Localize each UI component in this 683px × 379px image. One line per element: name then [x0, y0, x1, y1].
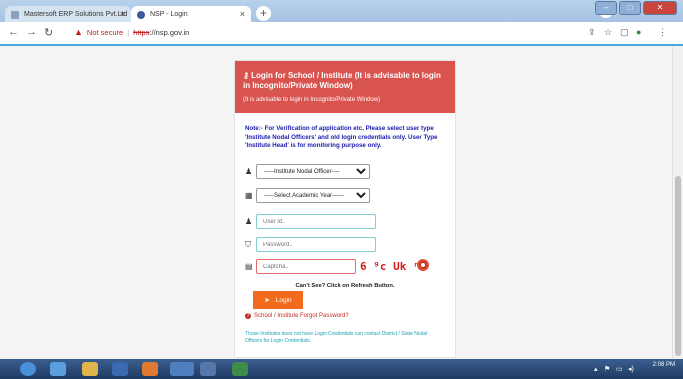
login-card: ⚷ Login for School / Institute (It is ad… [234, 60, 456, 358]
captcha-hint: Can't See? Click on Refresh Button. [295, 283, 395, 289]
windows-taskbar: ▴ ⚑ ▭ ◂) 2:08 PM [0, 359, 683, 379]
share-icon[interactable]: ⇪ [588, 27, 596, 38]
sidepanel-icon[interactable]: ▢ [620, 27, 629, 38]
new-tab-button[interactable]: + [256, 6, 271, 21]
volume-icon[interactable]: ◂) [628, 365, 634, 373]
browser-title-bar: Mastersoft ERP Solutions Pvt.Ltd × NSP -… [0, 0, 683, 23]
start-icon[interactable] [20, 362, 36, 376]
captcha-icon: ▤ [245, 262, 253, 271]
tab-mastersoft[interactable]: Mastersoft ERP Solutions Pvt.Ltd × [5, 6, 131, 23]
clock[interactable]: 2:08 PM [653, 362, 675, 369]
scrollbar[interactable] [672, 46, 683, 359]
close-tab-icon[interactable]: × [240, 9, 245, 19]
captcha-image: 6 ⁹c Uk ʳ [360, 260, 420, 273]
key-icon: ⚷ [243, 71, 252, 80]
refresh-captcha-icon[interactable] [417, 259, 429, 271]
forgot-password-link[interactable]: ? School / Institute Forgot Password? [245, 313, 349, 319]
minimize-button[interactable]: – [595, 1, 617, 15]
chrome-icon[interactable] [170, 362, 194, 376]
menu-icon[interactable]: ⋮ [658, 27, 667, 38]
flag-icon[interactable]: ⚑ [604, 365, 610, 373]
nsp-favicon-icon [137, 10, 145, 19]
question-icon: ? [245, 313, 251, 319]
tab-nsp-login[interactable]: NSP - Login × [131, 6, 251, 23]
calendar-icon: ▦ [245, 191, 253, 200]
user-id-input[interactable] [256, 214, 376, 229]
verification-note: Note:- For Verification of application e… [245, 125, 438, 149]
shield-icon: ⛉ [245, 239, 251, 249]
forward-icon[interactable]: → [26, 26, 37, 38]
close-tab-icon[interactable]: × [120, 9, 125, 19]
media-icon[interactable] [112, 362, 128, 376]
send-icon: ➤ [264, 297, 270, 304]
tray-arrow-icon[interactable]: ▴ [594, 365, 598, 373]
url-protocol: https [133, 27, 150, 37]
url-field[interactable]: ▲ Not secure | https://nsp.gov.in [74, 27, 189, 37]
close-window-button[interactable]: ✕ [643, 1, 677, 15]
user-type-select[interactable]: -----Institute Nodal Officer---- [256, 164, 370, 179]
back-icon[interactable]: ← [8, 26, 19, 38]
captcha-row: ▤ [245, 259, 356, 274]
password-input[interactable] [256, 237, 376, 252]
academic-year-row: ▦ -----Select Academic Year------ [245, 188, 370, 203]
tab-title: Mastersoft ERP Solutions Pvt.Ltd [24, 11, 128, 18]
academic-year-select[interactable]: -----Select Academic Year------ [256, 188, 370, 203]
ie-icon[interactable] [50, 362, 66, 376]
login-header: ⚷ Login for School / Institute (It is ad… [235, 61, 455, 113]
files-icon[interactable] [200, 362, 216, 376]
login-subtitle: (It is advisable to login in Incognito/P… [243, 97, 381, 103]
user-icon: ♟ [245, 167, 253, 176]
scrollbar-thumb[interactable] [675, 176, 681, 356]
password-row: ⛉ [245, 237, 376, 252]
window-controls: – □ ✕ [595, 1, 677, 15]
user-icon: ♟ [245, 217, 253, 226]
extension-icon[interactable]: ● [636, 27, 641, 37]
not-secure-label: Not secure [86, 27, 124, 37]
address-bar: ← → ↻ ▲ Not secure | https://nsp.gov.in … [0, 22, 683, 45]
warning-icon: ▲ [74, 27, 83, 37]
app-icon[interactable] [142, 362, 158, 376]
login-button[interactable]: ➤ Login [253, 291, 303, 309]
url-separator: | [127, 27, 130, 37]
tab-title: NSP - Login [150, 11, 188, 18]
folder-icon[interactable] [82, 362, 98, 376]
maximize-button[interactable]: □ [619, 1, 641, 15]
user-id-row: ♟ [245, 214, 376, 229]
url-host: ://nsp.gov.in [149, 27, 190, 37]
doc-icon [11, 10, 19, 19]
login-title: ⚷ Login for School / Institute (It is ad… [243, 71, 441, 90]
reload-icon[interactable]: ↻ [44, 26, 53, 39]
user-type-row: ♟ -----Institute Nodal Officer---- [245, 164, 370, 179]
excel-icon[interactable] [232, 362, 248, 376]
bookmark-star-icon[interactable]: ☆ [604, 27, 612, 38]
credentials-info: Those Institutes does not have Login Cre… [245, 331, 428, 344]
network-icon[interactable]: ▭ [616, 365, 623, 373]
captcha-input[interactable] [256, 259, 356, 274]
